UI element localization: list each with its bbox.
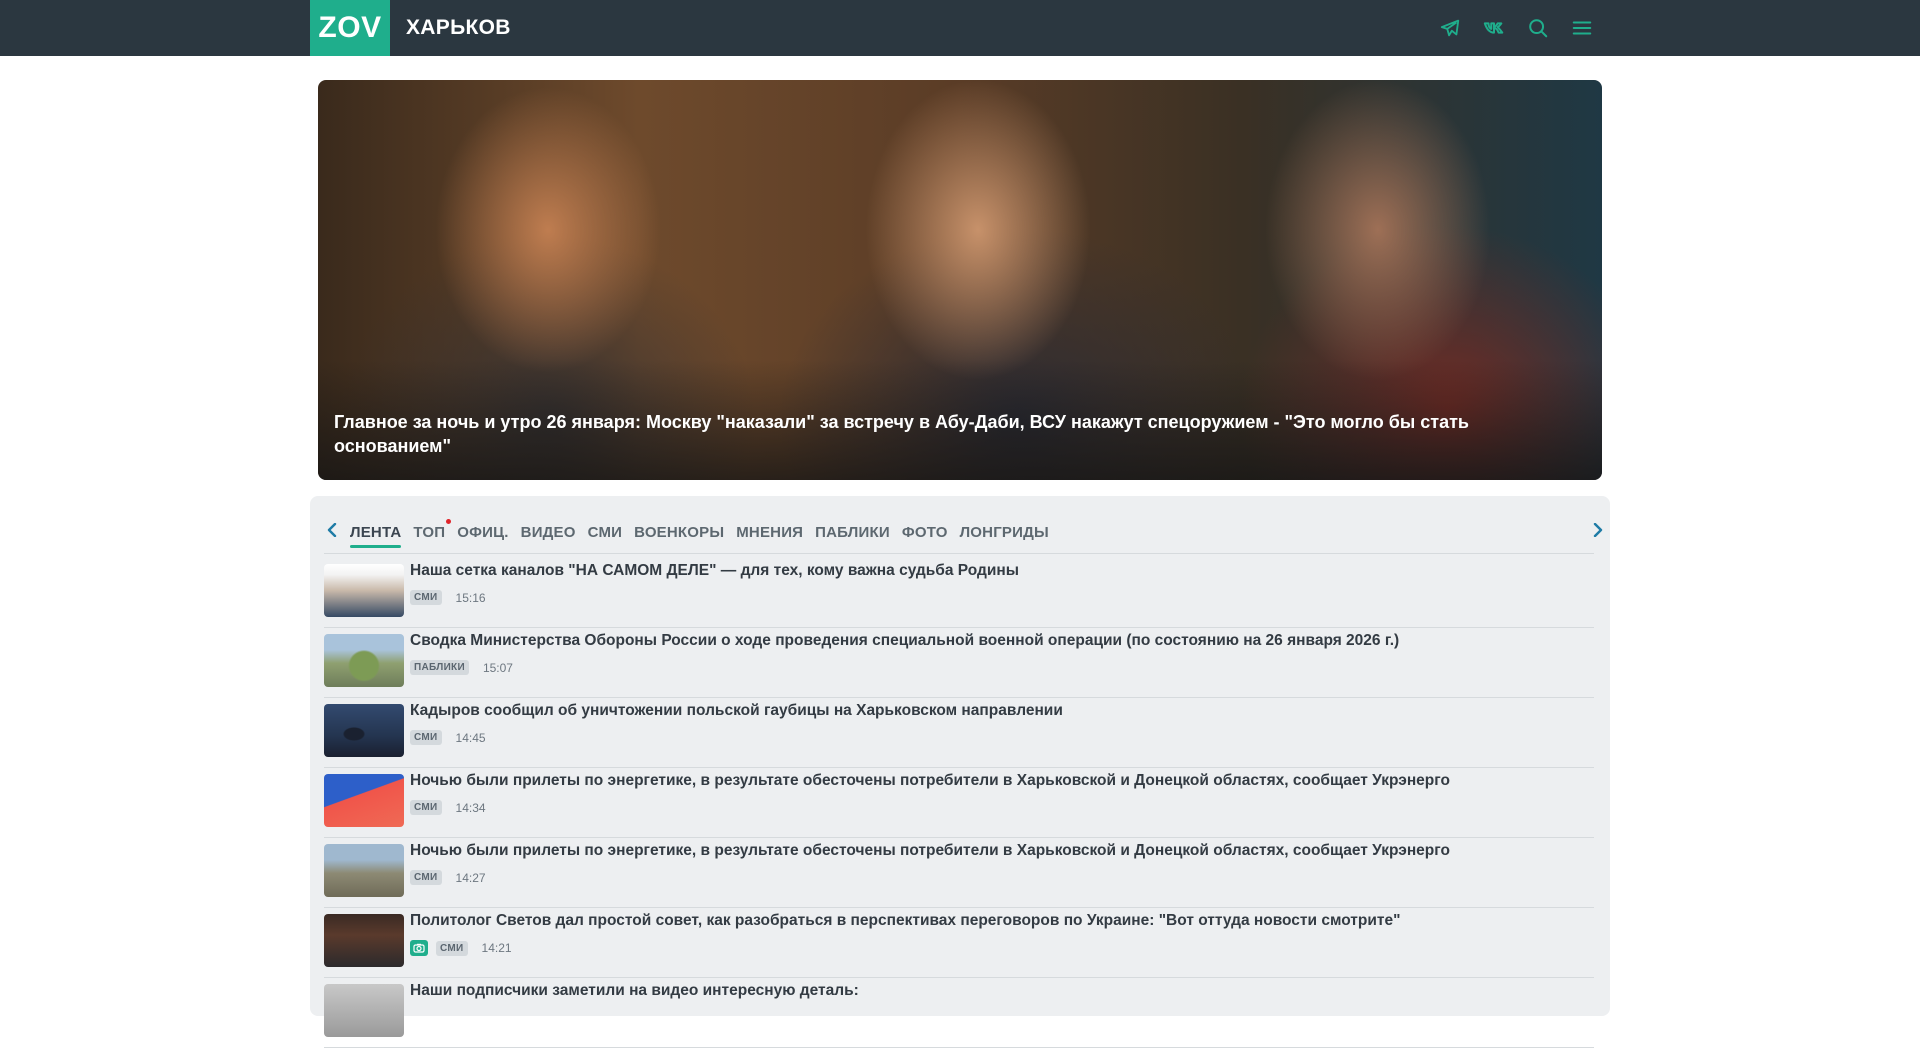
news-title[interactable]: Наша сетка каналов "НА САМОМ ДЕЛЕ" — для…	[410, 562, 1584, 580]
news-meta: СМИ 15:16	[410, 590, 486, 605]
news-time: 14:21	[481, 941, 512, 955]
hero-title[interactable]: Главное за ночь и утро 26 января: Москву…	[334, 411, 1586, 458]
news-meta: ПАБЛИКИ 15:07	[410, 660, 513, 675]
news-item[interactable]: Ночью были прилеты по энергетике, в резу…	[324, 768, 1594, 838]
news-meta: СМИ 14:45	[410, 730, 486, 745]
chevron-right-icon[interactable]	[1590, 520, 1606, 540]
news-item[interactable]: Сводка Министерства Обороны России о ход…	[324, 628, 1594, 698]
news-item[interactable]: Кадыров сообщил об уничтожении польской …	[324, 698, 1594, 768]
top-navigation-bar: ZOV ХАРЬКОВ	[0, 0, 1920, 56]
news-title[interactable]: Кадыров сообщил об уничтожении польской …	[410, 702, 1584, 720]
news-thumbnail[interactable]	[324, 774, 404, 827]
search-icon[interactable]	[1524, 14, 1552, 42]
source-badge[interactable]: СМИ	[410, 590, 442, 605]
source-badge[interactable]: СМИ	[410, 870, 442, 885]
news-item[interactable]: Ночью были прилеты по энергетике, в резу…	[324, 838, 1594, 908]
news-time: 14:45	[455, 730, 486, 745]
tab-list: ЛЕНТА ТОП ОФИЦ. ВИДЕО СМИ ВОЕНКОРЫ МНЕНИ…	[350, 510, 1061, 554]
source-badge[interactable]: СМИ	[436, 940, 468, 956]
news-title[interactable]: Наши подписчики заметили на видео интере…	[410, 982, 1584, 1000]
telegram-icon[interactable]	[1436, 14, 1464, 42]
news-time: 14:34	[455, 800, 486, 815]
tab-longreads[interactable]: ЛОНГРИДЫ	[960, 510, 1049, 554]
news-thumbnail[interactable]	[324, 984, 404, 1037]
news-title[interactable]: Ночью были прилеты по энергетике, в резу…	[410, 772, 1584, 790]
city-title[interactable]: ХАРЬКОВ	[406, 0, 511, 56]
tab-top[interactable]: ТОП	[413, 510, 452, 554]
news-thumbnail[interactable]	[324, 704, 404, 757]
news-thumbnail[interactable]	[324, 634, 404, 687]
news-meta: СМИ 14:34	[410, 800, 486, 815]
tab-lenta[interactable]: ЛЕНТА	[350, 510, 402, 554]
feed-tabs: ЛЕНТА ТОП ОФИЦ. ВИДЕО СМИ ВОЕНКОРЫ МНЕНИ…	[324, 510, 1603, 554]
tab-photo[interactable]: ФОТО	[902, 510, 948, 554]
news-feed-panel: ЛЕНТА ТОП ОФИЦ. ВИДЕО СМИ ВОЕНКОРЫ МНЕНИ…	[310, 496, 1610, 1048]
tab-official[interactable]: ОФИЦ.	[457, 510, 508, 554]
news-item[interactable]: Наши подписчики заметили на видео интере…	[324, 978, 1594, 1048]
news-thumbnail[interactable]	[324, 844, 404, 897]
source-badge[interactable]: ПАБЛИКИ	[410, 660, 469, 675]
news-title[interactable]: Ночью были прилеты по энергетике, в резу…	[410, 842, 1584, 860]
news-title[interactable]: Сводка Министерства Обороны России о ход…	[410, 632, 1584, 650]
hero-article-card[interactable]: Главное за ночь и утро 26 января: Москву…	[318, 80, 1602, 480]
news-time: 14:27	[455, 870, 486, 885]
tab-media[interactable]: СМИ	[588, 510, 623, 554]
news-title[interactable]: Политолог Светов дал простой совет, как …	[410, 912, 1584, 930]
news-meta: СМИ 14:21	[410, 940, 512, 956]
vk-icon[interactable]	[1480, 14, 1508, 42]
tab-top-label: ТОП	[413, 523, 446, 541]
news-list: Наша сетка каналов "НА САМОМ ДЕЛЕ" — для…	[324, 558, 1594, 1048]
source-badge[interactable]: СМИ	[410, 730, 442, 745]
new-indicator-dot	[446, 519, 452, 524]
news-meta: СМИ 14:27	[410, 870, 486, 885]
tab-war-correspondents[interactable]: ВОЕНКОРЫ	[634, 510, 724, 554]
news-thumbnail[interactable]	[324, 564, 404, 617]
tab-publics[interactable]: ПАБЛИКИ	[815, 510, 890, 554]
news-item[interactable]: Наша сетка каналов "НА САМОМ ДЕЛЕ" — для…	[324, 558, 1594, 628]
camera-icon	[410, 940, 428, 956]
source-badge[interactable]: СМИ	[410, 800, 442, 815]
chevron-left-icon[interactable]	[324, 520, 340, 540]
menu-icon[interactable]	[1568, 14, 1596, 42]
tab-opinions[interactable]: МНЕНИЯ	[736, 510, 803, 554]
site-logo[interactable]: ZOV	[310, 0, 390, 56]
news-time: 15:07	[482, 660, 513, 675]
tab-video[interactable]: ВИДЕО	[521, 510, 576, 554]
news-item[interactable]: Политолог Светов дал простой совет, как …	[324, 908, 1594, 978]
news-thumbnail[interactable]	[324, 914, 404, 967]
news-time: 15:16	[455, 590, 486, 605]
